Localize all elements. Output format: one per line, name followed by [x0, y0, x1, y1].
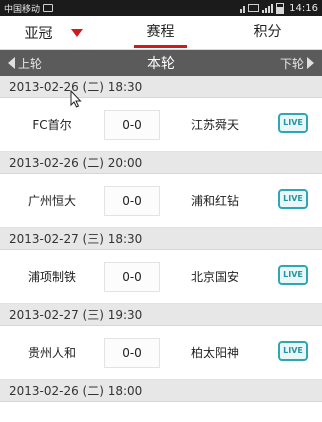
away-team: 柏太阳神	[190, 346, 239, 360]
match-score: 0-0	[104, 185, 160, 216]
match-score: 0-0	[104, 261, 160, 292]
live-button[interactable]: LIVE	[278, 189, 308, 209]
round-navigation: 上轮 本轮 下轮	[0, 50, 322, 76]
status-bar-left: 中国移动	[4, 2, 54, 15]
status-bar: 中国移动 14:16	[0, 0, 322, 16]
dropdown-triangle-icon	[70, 28, 83, 37]
previous-round-label: 上轮	[18, 56, 43, 71]
status-bar-right: 14:16	[240, 2, 318, 14]
match-date-header: 2013-02-26 (二) 20:00	[0, 152, 322, 174]
previous-round-button[interactable]: 上轮	[8, 55, 42, 72]
live-button[interactable]: LIVE	[278, 113, 308, 133]
match-date-header: 2013-02-26 (二) 18:30	[0, 76, 322, 98]
usb-icon	[43, 4, 54, 12]
league-label: 亚冠	[24, 25, 53, 42]
current-round-title: 本轮	[147, 56, 175, 72]
match-row[interactable]: FC首尔 0-0 江苏舜天 LIVE	[0, 90, 322, 152]
match-row[interactable]: 浦项制铁 0-0 北京国安 LIVE	[0, 250, 322, 304]
top-navigation: 亚冠 赛程 积分	[0, 16, 322, 50]
match-row[interactable]: 贵州人和 0-0 柏太阳神 LIVE	[0, 326, 322, 380]
match-date-header: 2013-02-27 (三) 19:30	[0, 304, 322, 326]
message-icon	[248, 4, 260, 12]
arrow-right-icon	[307, 57, 314, 69]
clock: 14:16	[289, 2, 318, 14]
home-team: 广州恒大	[27, 194, 76, 208]
tab-standings[interactable]: 积分	[214, 16, 321, 50]
arrow-left-icon	[8, 57, 15, 69]
home-team: 浦项制铁	[27, 270, 76, 284]
live-button[interactable]: LIVE	[278, 265, 308, 285]
league-selector[interactable]: 亚冠	[0, 23, 107, 43]
away-team: 浦和红钻	[190, 194, 239, 208]
mouse-pointer-icon	[70, 90, 82, 108]
match-score: 0-0	[104, 337, 160, 368]
next-round-button[interactable]: 下轮	[280, 55, 314, 72]
tab-schedule[interactable]: 赛程	[107, 16, 214, 50]
match-date-header: 2013-02-26 (二) 18:00	[0, 380, 322, 402]
tab-standings-label: 积分	[253, 23, 282, 40]
home-team: FC首尔	[32, 118, 72, 132]
signal-icon	[262, 3, 274, 13]
away-team: 北京国安	[190, 270, 239, 284]
next-round-label: 下轮	[279, 56, 304, 71]
live-button[interactable]: LIVE	[278, 341, 308, 361]
match-score: 0-0	[104, 109, 160, 140]
tab-schedule-label: 赛程	[146, 23, 175, 40]
carrier-name: 中国移动	[4, 4, 41, 15]
away-team: 江苏舜天	[190, 118, 239, 132]
match-row[interactable]: 广州恒大 0-0 浦和红钻 LIVE	[0, 174, 322, 228]
home-team: 贵州人和	[27, 346, 76, 360]
network-type-icon	[240, 4, 246, 13]
battery-icon	[276, 2, 285, 14]
match-date-header: 2013-02-27 (三) 18:30	[0, 228, 322, 250]
match-list: 2013-02-26 (二) 18:30 FC首尔 0-0 江苏舜天 LIVE …	[0, 76, 322, 402]
